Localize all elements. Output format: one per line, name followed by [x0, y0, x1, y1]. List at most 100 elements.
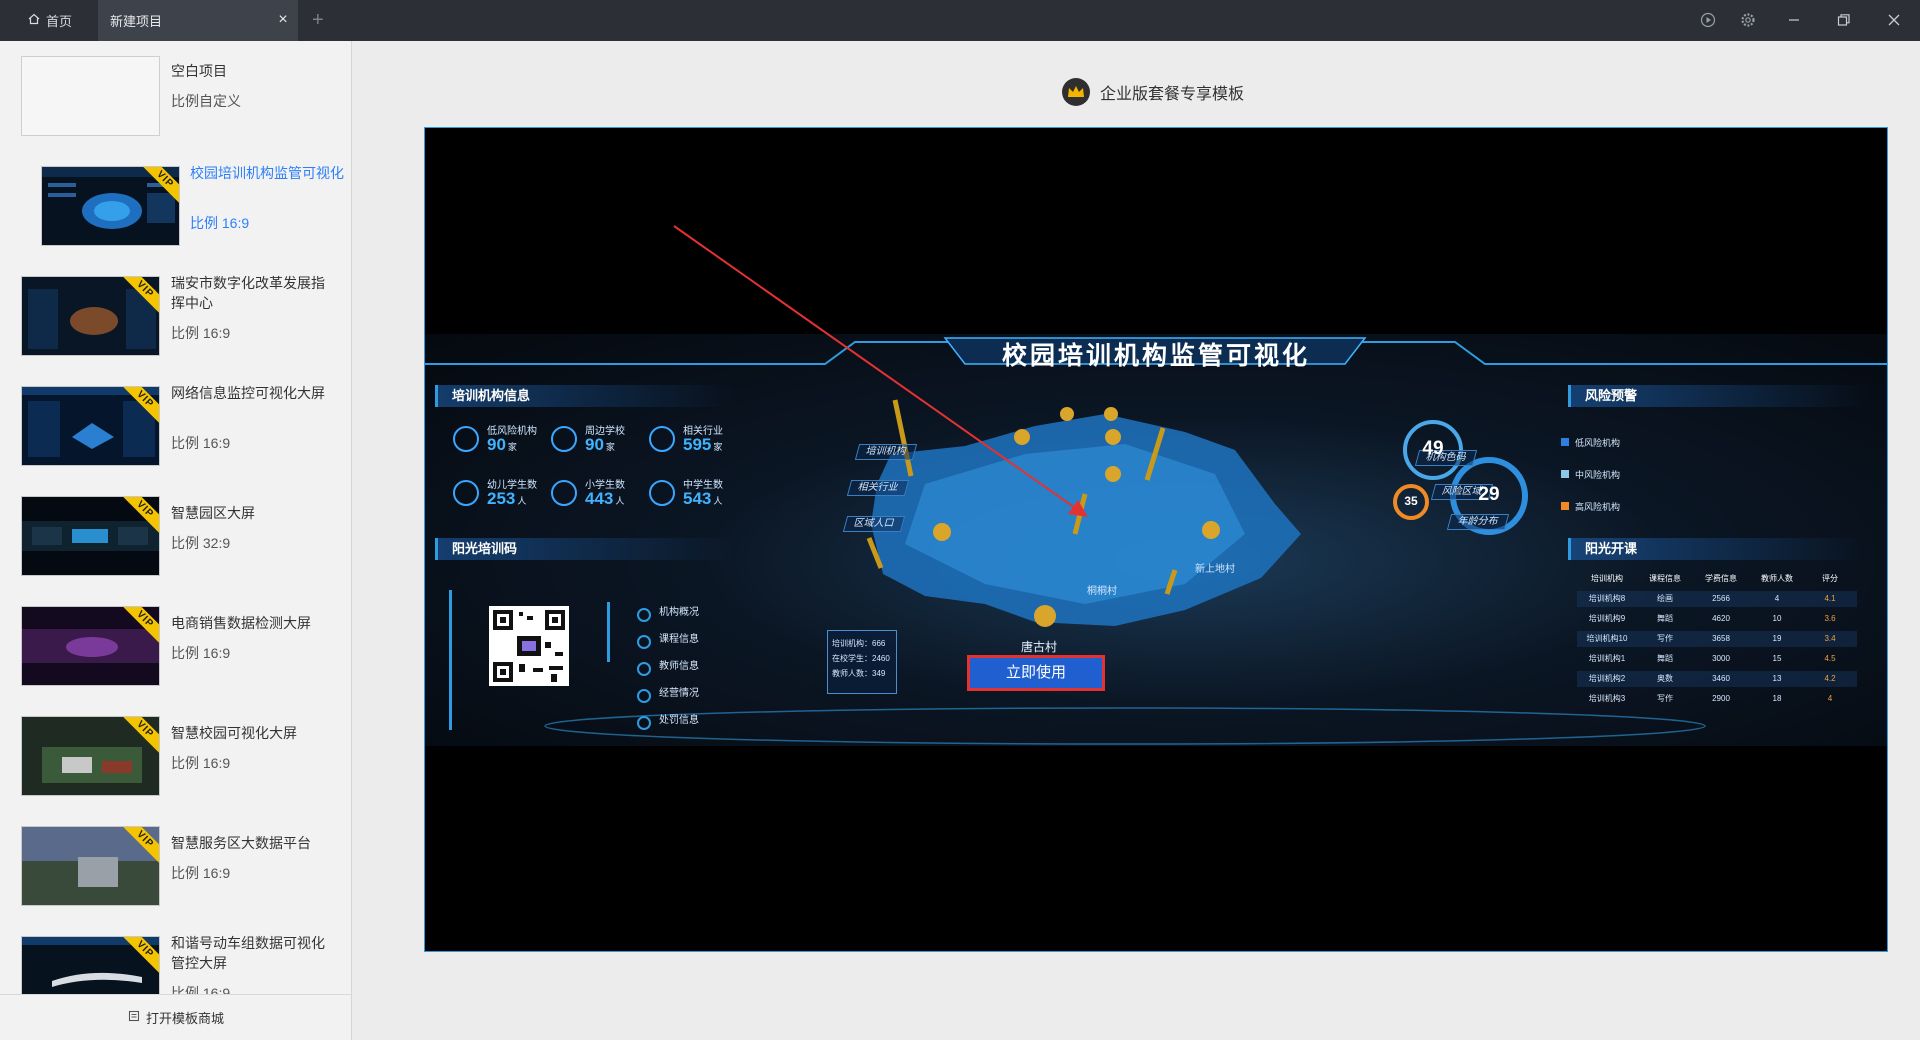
template-item[interactable]: VIP 电商销售数据检测大屏 比例 16:9	[0, 591, 351, 701]
stat-value: 543 人	[683, 489, 723, 508]
template-item[interactable]: VIP 网络信息监控可视化大屏 比例 16:9	[0, 371, 351, 481]
table-header: 培训机构 课程信息 学费信息 教师人数 评分	[1591, 574, 1838, 583]
settings-gear-icon[interactable]	[1738, 10, 1758, 30]
template-item[interactable]: VIP 智慧服务区大数据平台 比例 16:9	[0, 811, 351, 921]
template-item[interactable]: VIP 和谐号动车组数据可视化管控大屏 比例 16:9	[0, 921, 351, 994]
template-thumbnail: VIP	[21, 276, 160, 356]
risk-value-outer: 49	[1422, 438, 1444, 459]
table-row: 培训机构2 奥数 3460 13 4.2	[1577, 671, 1857, 687]
stat-card: 周边学校 90 家	[551, 422, 647, 466]
template-title: 网络信息监控可视化大屏	[171, 385, 325, 401]
qr-menu-item[interactable]: 经营情况	[637, 687, 757, 707]
dashboard-preview: 校园培训机构监管可视化 培训机构信息 阳光培训码 风险预警 阳光开课 低风险机构…	[425, 334, 1887, 746]
legend-high-risk: 高风险机构	[1561, 500, 1620, 513]
section-heading: 风险预警	[1568, 385, 1868, 407]
add-tab-icon[interactable]: +	[312, 10, 324, 30]
template-thumbnail: VIP	[41, 166, 180, 246]
info-line: 培训机构：666	[832, 639, 886, 648]
use-now-button[interactable]: 立即使用	[967, 655, 1105, 691]
map-tag: 年龄分布	[1446, 514, 1510, 530]
table-row: 培训机构10 写作 3658 19 3.4	[1577, 631, 1857, 647]
template-item-blank[interactable]: 空白项目 比例自定义	[0, 41, 351, 151]
play-icon[interactable]	[1698, 10, 1718, 30]
risk-value-inner: 29	[1478, 484, 1500, 505]
template-thumbnail: VIP	[21, 606, 160, 686]
template-title: 智慧服务区大数据平台	[171, 835, 311, 851]
template-title: 空白项目	[171, 63, 227, 79]
title-bar: 首页 新建项目 × +	[0, 0, 1920, 41]
stat-card: 中学生数 543 人	[649, 476, 745, 520]
template-preview: 校园培训机构监管可视化 培训机构信息 阳光培训码 风险预警 阳光开课 低风险机构…	[424, 127, 1888, 952]
stat-card: 小学生数 443 人	[551, 476, 647, 520]
stat-value: 443 人	[585, 489, 625, 508]
tab-new-project-label: 新建项目	[110, 14, 163, 29]
section-heading: 培训机构信息	[435, 385, 735, 407]
qr-code	[489, 606, 569, 686]
template-title: 校园培训机构监管可视化	[190, 165, 344, 181]
template-title: 和谐号动车组数据可视化管控大屏	[171, 935, 325, 971]
table-row: 培训机构9 舞蹈 4620 10 3.6	[1588, 614, 1836, 623]
template-ratio: 比例 16:9	[171, 645, 231, 661]
graduation-cap-icon	[453, 426, 479, 452]
open-template-store-button[interactable]: 打开模板商城	[0, 994, 351, 1040]
template-title: 智慧校园可视化大屏	[171, 725, 297, 741]
tab-home-label: 首页	[46, 14, 73, 29]
enterprise-template-title: 企业版套餐专享模板	[1100, 86, 1245, 103]
crown-icon	[1062, 78, 1090, 106]
template-item-selected[interactable]: VIP 校园培训机构监管可视化 比例 16:9	[0, 151, 351, 261]
template-item[interactable]: VIP 智慧园区大屏 比例 32:9	[0, 481, 351, 591]
template-title: 瑞安市数字化改革发展指挥中心	[171, 275, 325, 311]
stat-card: 相关行业 595 家	[649, 422, 745, 466]
template-thumbnail: VIP	[21, 716, 160, 796]
stat-value: 90 家	[585, 435, 615, 454]
template-sidebar: 空白项目 比例自定义 VIP 校园培训机构监管可视化 比例 16:9 VIP 瑞…	[0, 41, 352, 1040]
template-thumbnail	[21, 56, 160, 136]
table-row: 培训机构1 舞蹈 3000 15 4.5	[1588, 654, 1836, 663]
legend-medium-risk: 中风险机构	[1561, 468, 1620, 481]
qr-menu-item[interactable]: 机构概况	[637, 606, 757, 626]
close-icon[interactable]	[1884, 10, 1904, 30]
place-name: 新上地村	[1195, 564, 1235, 575]
place-name: 桐桐村	[1087, 586, 1117, 597]
info-line: 在校学生：2460	[832, 654, 890, 663]
map-info-box: 培训机构：666 在校学生：2460 教师人数：349	[827, 630, 897, 694]
table-row: 培训机构8 绘画 2566 4 4.1	[1577, 591, 1857, 607]
table-row: 培训机构3 写作 2900 18 4	[1588, 694, 1833, 703]
store-icon	[128, 1010, 146, 1025]
template-ratio: 比例 16:9	[171, 325, 231, 341]
person-icon	[649, 480, 675, 506]
template-list: 空白项目 比例自定义 VIP 校园培训机构监管可视化 比例 16:9 VIP 瑞…	[0, 41, 351, 994]
home-icon	[28, 13, 46, 28]
template-thumbnail: VIP	[21, 386, 160, 466]
restore-icon[interactable]	[1834, 10, 1854, 30]
enterprise-template-header: 企业版套餐专享模板	[1062, 78, 1244, 106]
qr-menu-item[interactable]: 处罚信息	[637, 714, 757, 734]
template-thumbnail: VIP	[21, 826, 160, 906]
map-tag: 培训机构	[854, 444, 918, 460]
template-ratio: 比例 32:9	[171, 535, 231, 551]
stat-card: 低风险机构 90 家	[453, 422, 549, 466]
section-heading: 阳光开课	[1568, 538, 1868, 560]
template-title: 智慧园区大屏	[171, 505, 255, 521]
template-ratio: 比例 16:9	[171, 985, 231, 994]
template-ratio: 比例自定义	[171, 93, 241, 109]
stat-card: 幼儿学生数 253 人	[453, 476, 549, 520]
qr-menu-item[interactable]: 教师信息	[637, 660, 757, 680]
section-heading: 阳光培训码	[435, 538, 735, 560]
template-ratio: 比例 16:9	[190, 215, 250, 231]
tab-close-icon[interactable]: ×	[276, 12, 290, 28]
template-item[interactable]: VIP 瑞安市数字化改革发展指挥中心 比例 16:9	[0, 261, 351, 371]
tab-new-project[interactable]: 新建项目 ×	[98, 0, 298, 41]
qr-menu-item[interactable]: 课程信息	[637, 633, 757, 653]
template-item[interactable]: VIP 智慧校园可视化大屏 比例 16:9	[0, 701, 351, 811]
template-thumbnail: VIP	[21, 496, 160, 576]
map-tag: 区域人口	[842, 516, 906, 532]
school-icon	[551, 426, 577, 452]
minimize-icon[interactable]	[1784, 10, 1804, 30]
tab-home[interactable]: 首页	[22, 0, 98, 41]
place-name: 唐古村	[1021, 640, 1058, 654]
student-icon	[551, 480, 577, 506]
template-ratio: 比例 16:9	[171, 435, 231, 451]
stat-value: 253 人	[487, 489, 527, 508]
template-thumbnail: VIP	[21, 936, 160, 994]
